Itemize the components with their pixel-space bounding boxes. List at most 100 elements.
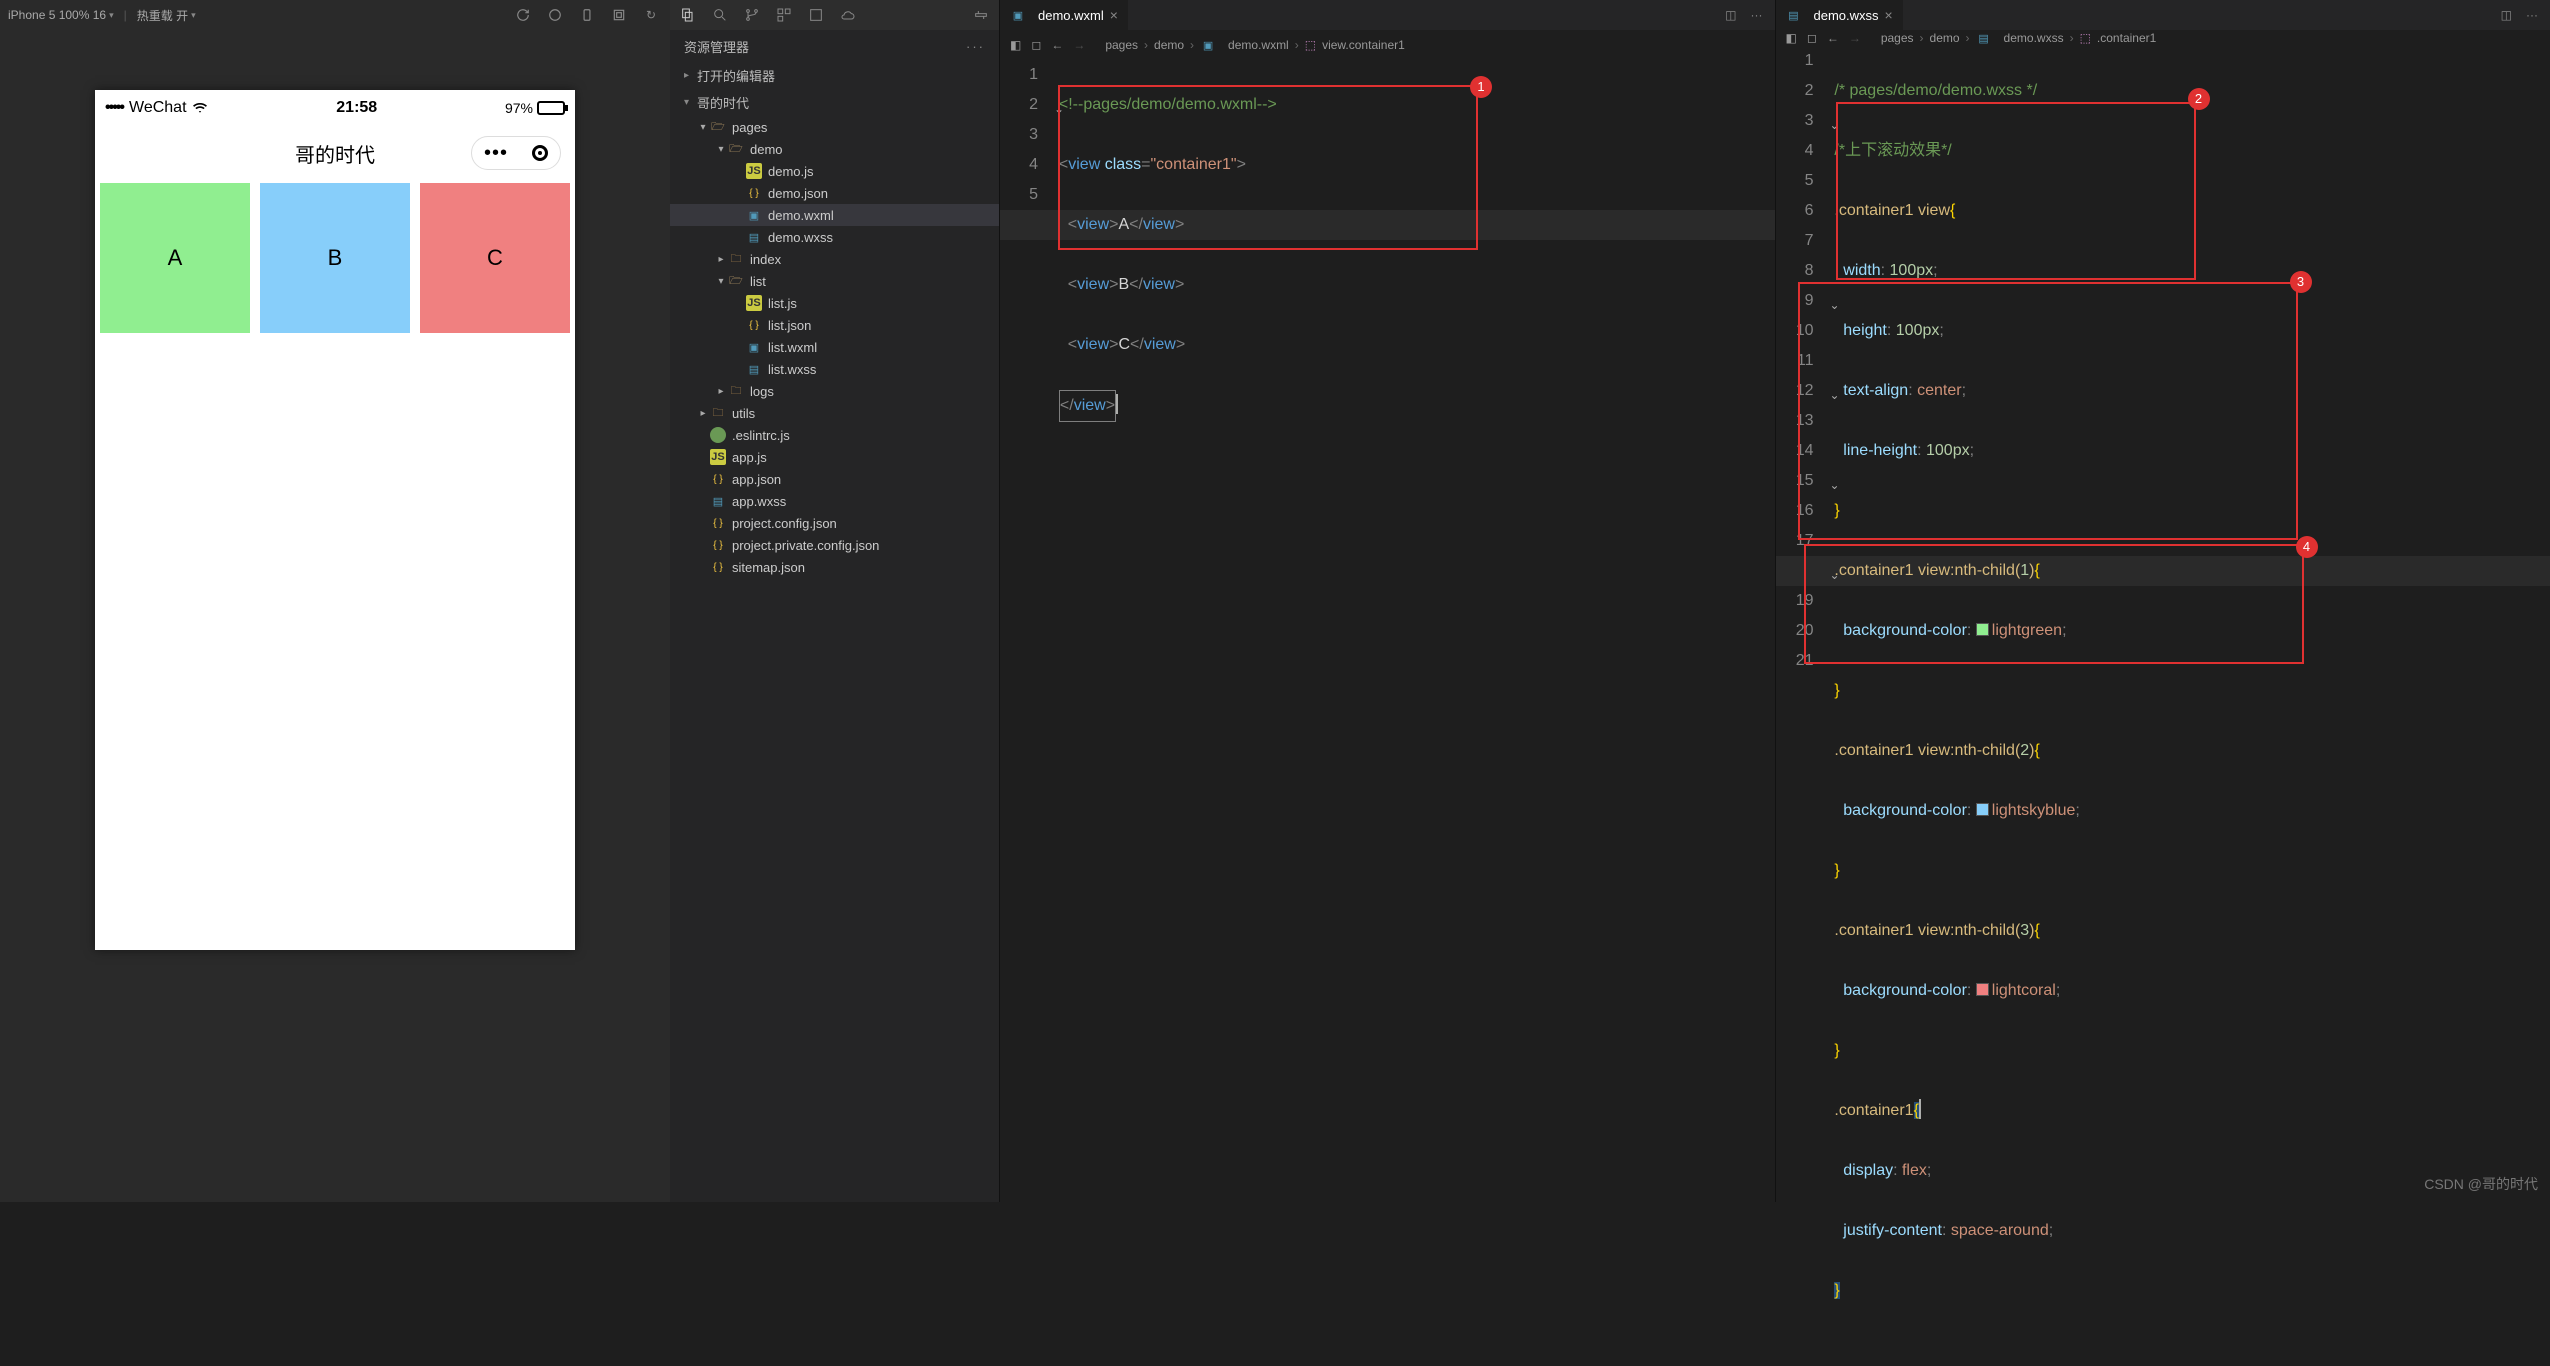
simulator-toolbar: iPhone 5 100% 16 | 热重载 开 ↻: [0, 0, 670, 30]
search-pane-icon[interactable]: [712, 7, 728, 23]
tree-node[interactable]: project.private.config.json: [670, 534, 999, 556]
box-icon[interactable]: [808, 7, 824, 23]
tree-node[interactable]: ▾🗁list: [670, 270, 999, 292]
project-section[interactable]: 哥的时代: [670, 89, 999, 116]
rotate-icon[interactable]: ↻: [640, 4, 662, 26]
editor-pane-wxss: ▤ demo.wxss × ◫ ··· ◧ ◻ ← → pages› demo›…: [1775, 0, 2550, 1202]
crumb[interactable]: demo: [1154, 38, 1184, 52]
symbol-icon: ⬚: [1305, 38, 1316, 52]
device-icon[interactable]: [576, 4, 598, 26]
line-gutter: 123456789101112131415161718192021: [1776, 46, 1826, 1366]
tree-node[interactable]: project.config.json: [670, 512, 999, 534]
cloud-icon[interactable]: [840, 7, 856, 23]
tree-node[interactable]: ▸🗀index: [670, 248, 999, 270]
crumb[interactable]: demo: [1930, 31, 1960, 45]
tree-node[interactable]: ▣list.wxml: [670, 336, 999, 358]
color-swatch: [1976, 983, 1989, 996]
battery-indicator: 97%: [505, 100, 565, 116]
split-editor-icon[interactable]: ◫: [1725, 8, 1736, 22]
close-tab-icon[interactable]: ×: [1885, 7, 1893, 23]
code-area-wxml[interactable]: 123456 ⌄ <!--pages/demo/demo.wxml--> <vi…: [1000, 60, 1775, 1202]
crumb[interactable]: demo.wxml: [1228, 38, 1289, 52]
tree-node[interactable]: app.json: [670, 468, 999, 490]
tree-node[interactable]: ▸🗀logs: [670, 380, 999, 402]
nav-title: 哥的时代: [295, 139, 375, 168]
tree-node[interactable]: ▸🗀utils: [670, 402, 999, 424]
crumb[interactable]: demo.wxss: [2004, 31, 2064, 45]
crumb[interactable]: view.container1: [1322, 38, 1405, 52]
bookmark-icon[interactable]: ◻: [1807, 31, 1817, 45]
editor-breadcrumb: ◧ ◻ ← → pages› demo› ▣demo.wxml› ⬚ view.…: [1000, 30, 1775, 60]
tree-node[interactable]: list.json: [670, 314, 999, 336]
refresh-icon[interactable]: [512, 4, 534, 26]
color-swatch: [1976, 623, 1989, 636]
color-swatch: [1976, 803, 1989, 816]
device-selector[interactable]: iPhone 5 100% 16: [8, 8, 114, 22]
more-actions-icon[interactable]: ···: [1751, 8, 1763, 22]
tab-demo-wxml[interactable]: ▣ demo.wxml ×: [1000, 0, 1129, 30]
code-area-wxss[interactable]: 123456789101112131415161718192021 ⌄ ⌄ ⌄ …: [1776, 46, 2550, 1366]
clock-label: 21:58: [209, 99, 505, 117]
tree-node[interactable]: ▾🗁pages: [670, 116, 999, 138]
wifi-icon: [191, 101, 209, 115]
tab-demo-wxss[interactable]: ▤ demo.wxss ×: [1776, 0, 1904, 30]
more-actions-icon[interactable]: ···: [2526, 8, 2538, 22]
phone-status-bar: ••••• WeChat 21:58 97%: [95, 90, 575, 126]
close-program-icon[interactable]: [532, 145, 548, 161]
tree-node[interactable]: ▤demo.wxss: [670, 226, 999, 248]
tree-node[interactable]: demo.json: [670, 182, 999, 204]
editor-pane-wxml: ▣ demo.wxml × ◫ ··· ◧ ◻ ← → pages› demo›…: [1000, 0, 1775, 1202]
branch-icon[interactable]: [744, 7, 760, 23]
tree-node[interactable]: ▾🗁demo: [670, 138, 999, 160]
signal-icon: •••••: [105, 99, 123, 117]
phone-nav-bar: 哥的时代 •••: [95, 126, 575, 181]
crumb[interactable]: pages: [1881, 31, 1914, 45]
crumb[interactable]: .container1: [2097, 31, 2156, 45]
box-a: A: [100, 183, 250, 333]
tree-node[interactable]: JSdemo.js: [670, 160, 999, 182]
annotation-badge: 4: [2296, 536, 2318, 558]
home-icon[interactable]: [544, 4, 566, 26]
more-icon[interactable]: ···: [966, 39, 985, 54]
cut-icon[interactable]: [608, 4, 630, 26]
phone-simulator: ••••• WeChat 21:58 97% 哥的时代 ••• A B: [95, 90, 575, 950]
explorer-title: 资源管理器 ···: [670, 30, 999, 62]
nav-fwd-icon[interactable]: →: [1849, 31, 1861, 45]
menu-icon[interactable]: •••: [484, 143, 508, 163]
hot-reload-toggle[interactable]: 热重载 开: [137, 7, 196, 24]
symbol-icon: ⬚: [2080, 31, 2091, 45]
tree-node[interactable]: .eslintrc.js: [670, 424, 999, 446]
nav-back-icon[interactable]: ←: [1827, 31, 1839, 45]
extensions-icon[interactable]: [776, 7, 792, 23]
compare-icon[interactable]: ◧: [1786, 31, 1797, 45]
open-editors-section[interactable]: 打开的编辑器: [670, 62, 999, 89]
tree-node[interactable]: ▤list.wxss: [670, 358, 999, 380]
files-icon[interactable]: [680, 7, 696, 23]
bookmark-icon[interactable]: ◻: [1031, 38, 1041, 52]
crumb[interactable]: pages: [1105, 38, 1138, 52]
nav-fwd-icon[interactable]: →: [1073, 38, 1085, 52]
wxss-file-icon: ▤: [1976, 30, 1992, 46]
annotation-badge: 2: [2188, 88, 2210, 110]
explorer-panel: 资源管理器 ··· 打开的编辑器 哥的时代 ▾🗁pages▾🗁demoJSdem…: [670, 0, 1000, 1202]
box-b: B: [260, 183, 410, 333]
settings-icon[interactable]: [973, 7, 989, 23]
nav-back-icon[interactable]: ←: [1051, 38, 1063, 52]
split-editor-icon[interactable]: ◫: [2501, 8, 2512, 22]
tree-node[interactable]: ▤app.wxss: [670, 490, 999, 512]
explorer-icon-row: [670, 0, 999, 30]
annotation-badge: 1: [1470, 76, 1492, 98]
tree-node[interactable]: JSapp.js: [670, 446, 999, 468]
page-container: A B C: [95, 181, 575, 333]
watermark: CSDN @哥的时代: [2424, 1174, 2538, 1194]
tab-bar: ▣ demo.wxml × ◫ ···: [1000, 0, 1775, 30]
compare-icon[interactable]: ◧: [1010, 38, 1021, 52]
file-tree[interactable]: ▾🗁pages▾🗁demoJSdemo.jsdemo.json▣demo.wxm…: [670, 116, 999, 1202]
tree-node[interactable]: JSlist.js: [670, 292, 999, 314]
close-tab-icon[interactable]: ×: [1110, 7, 1118, 23]
simulator-panel: iPhone 5 100% 16 | 热重载 开 ↻ ••••• WeChat …: [0, 0, 670, 1202]
tree-node[interactable]: sitemap.json: [670, 556, 999, 578]
capsule-menu[interactable]: •••: [471, 136, 561, 170]
editor-breadcrumb: ◧ ◻ ← → pages› demo› ▤demo.wxss› ⬚ .cont…: [1776, 30, 2550, 46]
tree-node[interactable]: ▣demo.wxml: [670, 204, 999, 226]
